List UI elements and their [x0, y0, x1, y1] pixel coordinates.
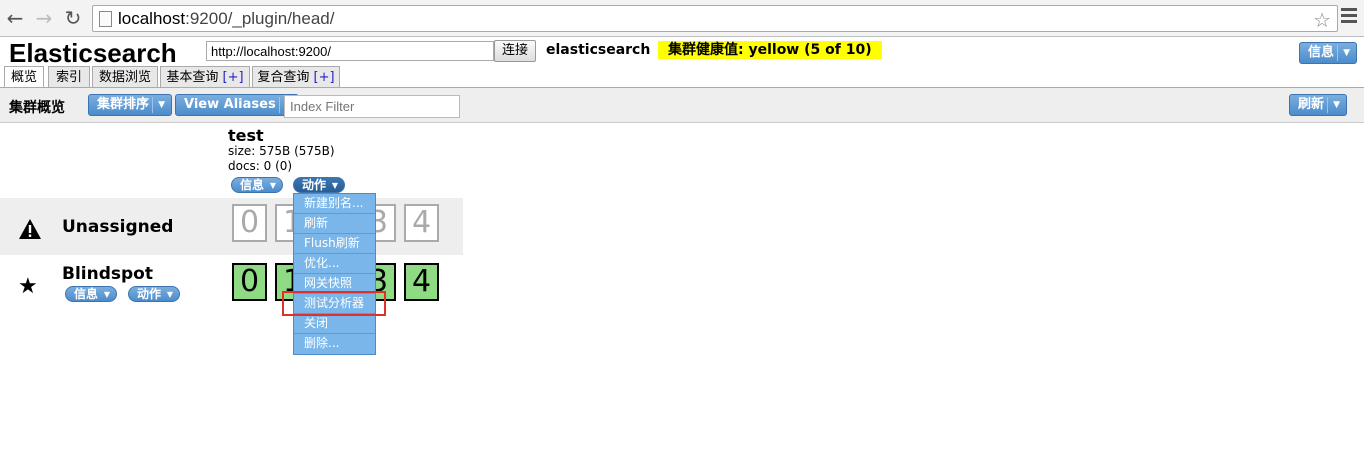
index-size: size: 575B (575B) [228, 144, 335, 158]
reload-icon[interactable]: ↻ [62, 7, 84, 29]
page-icon [99, 11, 112, 27]
tab-basic-query[interactable]: 基本查询 [+] [160, 66, 250, 88]
bookmark-star-icon[interactable]: ☆ [1313, 8, 1331, 32]
button-label: 动作 [137, 287, 162, 301]
chevron-down-icon: ▼ [331, 181, 339, 190]
menu-item-optimize[interactable]: 优化... [294, 254, 375, 274]
shard-assigned[interactable]: 4 [404, 263, 439, 301]
menu-item-new-alias[interactable]: 新建别名... [294, 194, 375, 214]
index-filter-input[interactable] [284, 95, 460, 118]
address-bar[interactable]: localhost:9200/_plugin/head/ ☆ [92, 5, 1338, 32]
tab-label: 复合查询 [257, 70, 310, 85]
view-aliases-button[interactable]: View Aliases▼ [175, 94, 299, 116]
menu-item-delete[interactable]: 删除... [294, 334, 375, 354]
chevron-down-icon: ▼ [269, 181, 277, 190]
node-name: Unassigned [62, 217, 174, 237]
chevron-down-icon: ▼ [158, 100, 166, 110]
menu-item-refresh[interactable]: 刷新 [294, 214, 375, 234]
button-label: 信息 [240, 178, 265, 192]
tab-label: 概览 [10, 70, 37, 85]
tab-browser[interactable]: 数据浏览 [92, 66, 158, 88]
node-action-button[interactable]: 动作 ▼ [128, 286, 181, 302]
menu-item-flush[interactable]: Flush刷新 [294, 234, 375, 254]
menu-item-close[interactable]: 关闭 [294, 314, 375, 334]
button-label: 刷新 [1298, 97, 1325, 112]
button-label: 动作 [302, 178, 327, 192]
node-name: Blindspot [62, 264, 153, 284]
chevron-down-icon: ▼ [103, 290, 111, 299]
index-action-button[interactable]: 动作 ▼ [293, 177, 346, 193]
cluster-sort-button[interactable]: 集群排序 ▼ [88, 94, 173, 116]
tab-plus: [+] [313, 70, 335, 85]
cluster-name: elasticsearch [546, 42, 651, 58]
connect-url-input[interactable] [206, 41, 494, 61]
master-star-icon: ★ [18, 274, 38, 299]
cluster-health-badge: 集群健康值: yellow (5 of 10) [658, 41, 882, 59]
tab-label: 索引 [55, 70, 82, 85]
overview-toolbar: 集群概览 集群排序 ▼ View Aliases▼ 刷新 ▼ [0, 88, 1364, 123]
info-button-label: 信息 [1308, 45, 1335, 60]
url-path: :9200/_plugin/head/ [185, 9, 335, 28]
refresh-button[interactable]: 刷新 ▼ [1289, 94, 1348, 116]
browser-menu-icon[interactable] [1341, 8, 1357, 28]
highlight-annotation [282, 291, 386, 316]
button-label: View Aliases [184, 97, 276, 112]
back-arrow-icon[interactable]: ← [4, 7, 26, 29]
chevron-down-icon: ▼ [1343, 48, 1351, 58]
page-title: 集群概览 [9, 100, 65, 116]
tab-plus: [+] [222, 70, 244, 85]
browser-toolbar: ← → ↻ localhost:9200/_plugin/head/ ☆ [0, 0, 1364, 37]
tab-compound-query[interactable]: 复合查询 [+] [252, 66, 340, 88]
warning-icon [19, 219, 41, 239]
button-label: 集群排序 [97, 97, 150, 112]
tab-label: 数据浏览 [98, 70, 151, 85]
node-info-button[interactable]: 信息 ▼ [65, 286, 118, 302]
button-label: 信息 [74, 287, 99, 301]
connect-button[interactable]: 连接 [494, 40, 536, 62]
tab-indices[interactable]: 索引 [48, 66, 90, 88]
info-button[interactable]: 信息 ▼ [1299, 42, 1358, 64]
tab-overview[interactable]: 概览 [4, 66, 44, 89]
shard-unassigned[interactable]: 0 [232, 204, 267, 242]
index-docs: docs: 0 (0) [228, 159, 293, 173]
forward-arrow-icon[interactable]: → [33, 7, 55, 29]
action-dropdown-menu: 新建别名... 刷新 Flush刷新 优化... 网关快照 测试分析器 关闭 删… [293, 193, 376, 355]
chevron-down-icon: ▼ [1333, 100, 1341, 110]
url-host: localhost [118, 9, 186, 28]
index-info-button[interactable]: 信息 ▼ [231, 177, 284, 193]
tab-label: 基本查询 [166, 70, 219, 85]
index-name: test [228, 126, 264, 145]
shard-assigned[interactable]: 0 [232, 263, 267, 301]
chevron-down-icon: ▼ [166, 290, 174, 299]
app-title: Elasticsearch [9, 38, 177, 68]
shard-unassigned[interactable]: 4 [404, 204, 439, 242]
